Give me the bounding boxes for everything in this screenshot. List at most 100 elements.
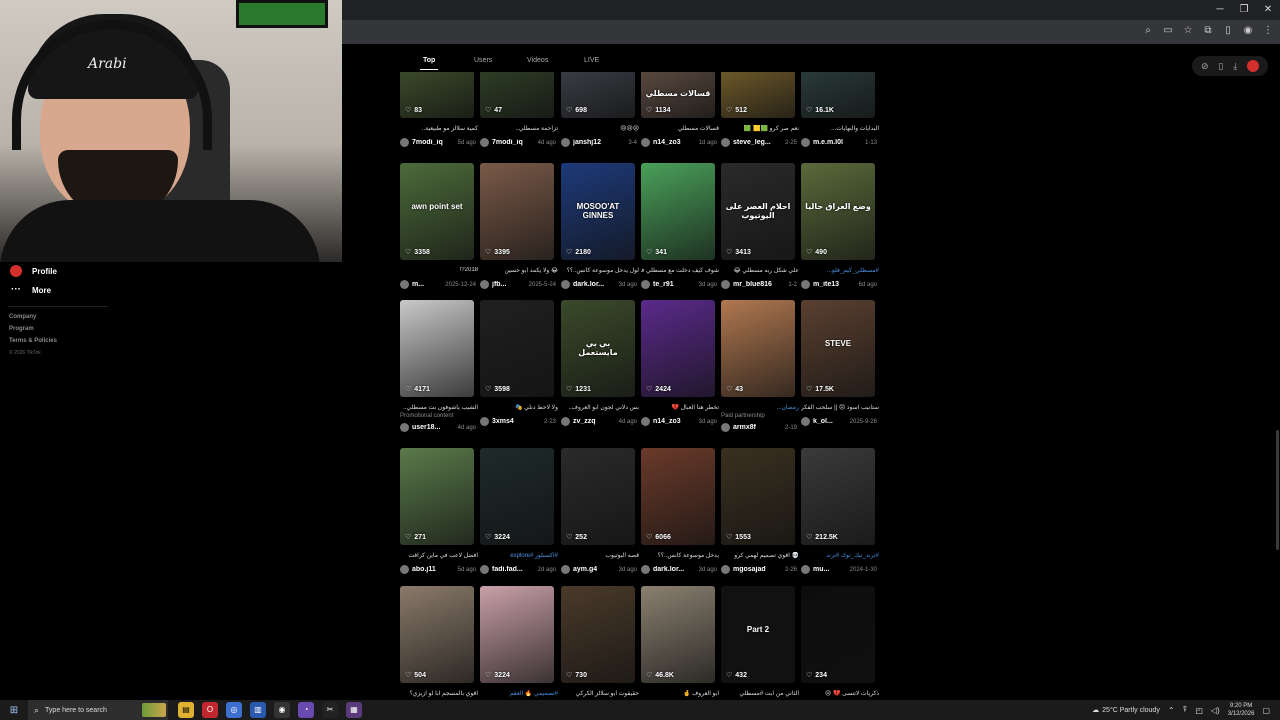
video-thumbnail[interactable]: awn point set ♡ 3358 [400, 163, 474, 260]
video-description[interactable]: ولا لاحظ دنلي 🎭 [480, 404, 558, 411]
video-description[interactable]: #مسطلي_كيم_فلو... [801, 267, 879, 274]
video-card[interactable]: احلام العصر على اليوتيوب ♡ 3413 علي شكل ربه… [721, 163, 799, 298]
video-thumbnail[interactable]: احلام العصر على اليوتيوب ♡ 3413 [721, 163, 795, 260]
video-card[interactable]: ♡ 1553 💀 اقوي تصميم لهمي كرو mgosajad 2-26 [721, 448, 799, 583]
author-username[interactable]: user18... [412, 424, 440, 431]
tab-live[interactable]: LIVE [584, 57, 599, 64]
video-description[interactable]: البدايات والنهايات... [801, 125, 879, 132]
network-icon[interactable]: ◰ [1195, 706, 1203, 715]
video-thumbnail[interactable]: ♡ 4171 [400, 300, 474, 397]
footer-link-terms[interactable]: Terms & Policies [9, 338, 57, 344]
author-username[interactable]: mgosajad [733, 566, 766, 573]
video-card[interactable]: awn point set ♡ 3358 2018?! m... 2025-12-24 [400, 163, 478, 298]
weather-widget[interactable]: ☁ 25°C Partly cloudy [1092, 706, 1160, 715]
video-card[interactable]: وضع العراق حاليا ♡ 490 #مسطلي_كيم_فلو... m_i… [801, 163, 879, 298]
taskbar-search[interactable]: ⌕ Type here to search [28, 700, 168, 720]
author-avatar[interactable] [641, 280, 650, 289]
video-thumbnail[interactable]: MOSOO'AT GINNES ♡ 2180 [561, 163, 635, 260]
video-thumbnail[interactable]: ♡ 3224 [480, 448, 554, 545]
minimize-icon[interactable]: ─ [1208, 0, 1232, 20]
video-description[interactable]: تزاحمة مسطلي.. [480, 125, 558, 132]
compass-icon[interactable]: ⊘ [1201, 61, 1209, 72]
video-card[interactable]: ♡ 6066 يدخل موسوعة كانس..؟؟ dark.lor... 3d a… [641, 448, 719, 583]
zoom-icon[interactable]: ⌕ [1142, 24, 1154, 38]
bookmark-star-icon[interactable]: ☆ [1182, 24, 1194, 38]
video-description[interactable]: #اكسبلور #explore [480, 552, 558, 559]
video-description[interactable]: بس دلاني لجون ابو العروف.. [561, 404, 639, 411]
close-icon[interactable]: ✕ [1256, 0, 1280, 20]
video-thumbnail[interactable]: ♡ 2424 [641, 300, 715, 397]
download-icon[interactable]: ⤓ [1233, 61, 1237, 72]
author-avatar[interactable] [561, 138, 570, 147]
video-thumbnail[interactable]: ♡ 3598 [480, 300, 554, 397]
video-card[interactable]: ♡ 4171 الشيب ياشوفون بت مسطلي.. Promotional… [400, 300, 478, 435]
author-username[interactable]: abo.j11 [412, 566, 436, 573]
microphone-icon[interactable]: ⍒ [1183, 705, 1188, 715]
author-avatar[interactable] [561, 565, 570, 574]
footer-link-company[interactable]: Company [9, 314, 36, 320]
video-thumbnail[interactable]: ♡ 3224 [480, 586, 554, 683]
video-card[interactable]: ♡ 83 كمية سلالز مو طبيعية.. 7modi_iq 5d ago [400, 70, 478, 156]
capcut-icon[interactable]: ✂ [322, 702, 338, 718]
video-description[interactable]: يدخل موسوعة كانس..؟؟ [641, 552, 719, 559]
video-thumbnail[interactable]: ♡ 252 [561, 448, 635, 545]
video-card[interactable]: ♡ 43 رمضان... Paid partnership armx8f 2-19 [721, 300, 799, 435]
video-thumbnail[interactable]: ♡ 234 [801, 586, 875, 683]
notifications-icon[interactable]: ▢ [1262, 706, 1270, 715]
tab-users[interactable]: Users [474, 57, 492, 64]
author-avatar[interactable] [400, 423, 409, 432]
author-username[interactable]: steve_leg... [733, 139, 771, 146]
video-description[interactable]: قسالات مسطلي [641, 125, 719, 132]
footer-link-program[interactable]: Program [9, 326, 34, 332]
opera-icon[interactable]: O [202, 702, 218, 718]
video-card[interactable]: ♡ 271 افضل لاعب في ماين كرافت abo.j11 5d ago [400, 448, 478, 583]
video-thumbnail[interactable]: Part 2 ♡ 432 [721, 586, 795, 683]
tab-top[interactable]: Top [423, 57, 435, 64]
author-username[interactable]: fadi.fad... [492, 566, 523, 573]
video-description[interactable]: 😂 ولا يكمد ابو حسين [480, 267, 558, 274]
video-thumbnail[interactable]: ♡ 512 [721, 70, 795, 118]
page-scrollbar[interactable] [1276, 430, 1279, 550]
video-card[interactable]: ♡ 212.5K #ترند_تيك_توك #ترند mu... 2024-1-30 [801, 448, 879, 583]
video-description[interactable]: نعم صر كرو 🟩🟨 🟩 [721, 125, 799, 132]
video-description[interactable]: ذكريات لاتنسى 💔 😢 [801, 690, 879, 697]
author-avatar[interactable] [480, 280, 489, 289]
author-avatar[interactable] [641, 565, 650, 574]
video-thumbnail[interactable]: ♡ 341 [641, 163, 715, 260]
video-card[interactable]: ♡ 47 تزاحمة مسطلي.. 7modi_iq 4d ago [480, 70, 558, 156]
video-thumbnail[interactable]: ♡ 698 [561, 70, 635, 118]
chrome-icon[interactable]: ◎ [226, 702, 242, 718]
tray-chevron-icon[interactable]: ⌃ [1168, 706, 1175, 715]
windows-start-icon[interactable]: ⊞ [0, 705, 28, 716]
sidebar-icon[interactable]: ▯ [1222, 24, 1234, 38]
cast-icon[interactable]: ▭ [1162, 24, 1174, 38]
tab-videos[interactable]: Videos [527, 57, 548, 64]
author-username[interactable]: dark.lor... [653, 566, 684, 573]
author-username[interactable]: janshj12 [573, 139, 601, 146]
file-explorer-icon[interactable]: ▤ [178, 702, 194, 718]
author-avatar[interactable] [400, 280, 409, 289]
video-description[interactable]: علي شكل ربه مسطلي 😂 [721, 267, 799, 274]
video-card[interactable]: ♡341 شوف كيف دخلت مع مسطلي في اكرف te_r91 3… [641, 163, 719, 298]
notepad-icon[interactable]: ▥ [250, 702, 266, 718]
author-avatar[interactable] [801, 138, 810, 147]
user-avatar[interactable] [1247, 60, 1260, 72]
author-avatar[interactable] [561, 280, 570, 289]
profile-icon[interactable]: ◉ [1242, 24, 1254, 38]
author-avatar[interactable] [400, 138, 409, 147]
author-username[interactable]: m.e.m.l0l [813, 139, 843, 146]
author-username[interactable]: jfb... [492, 281, 506, 288]
video-thumbnail[interactable]: ♡ 212.5K [801, 448, 875, 545]
author-avatar[interactable] [641, 417, 650, 426]
author-username[interactable]: zv_zzq [573, 418, 596, 425]
video-description[interactable]: 😢😢😢 [561, 125, 639, 132]
video-thumbnail[interactable]: ♡ 43 [721, 300, 795, 397]
video-description[interactable]: 2018?! [400, 267, 478, 273]
author-username[interactable]: 7modi_iq [492, 139, 523, 146]
video-thumbnail[interactable]: ♡ 16.1K [801, 70, 875, 118]
video-card[interactable]: ♡ 3395 😂 ولا يكمد ابو حسين jfb... 2025-5-24 [480, 163, 558, 298]
video-card[interactable]: ♡ 698 😢😢😢 janshj12 3-4 [561, 70, 639, 156]
video-card[interactable]: ♡ 252 قصه اليوتيوب aym.g4 3d ago [561, 448, 639, 583]
video-thumbnail[interactable]: قسالات مسطلي ♡ 1134 [641, 70, 715, 118]
author-avatar[interactable] [480, 138, 489, 147]
